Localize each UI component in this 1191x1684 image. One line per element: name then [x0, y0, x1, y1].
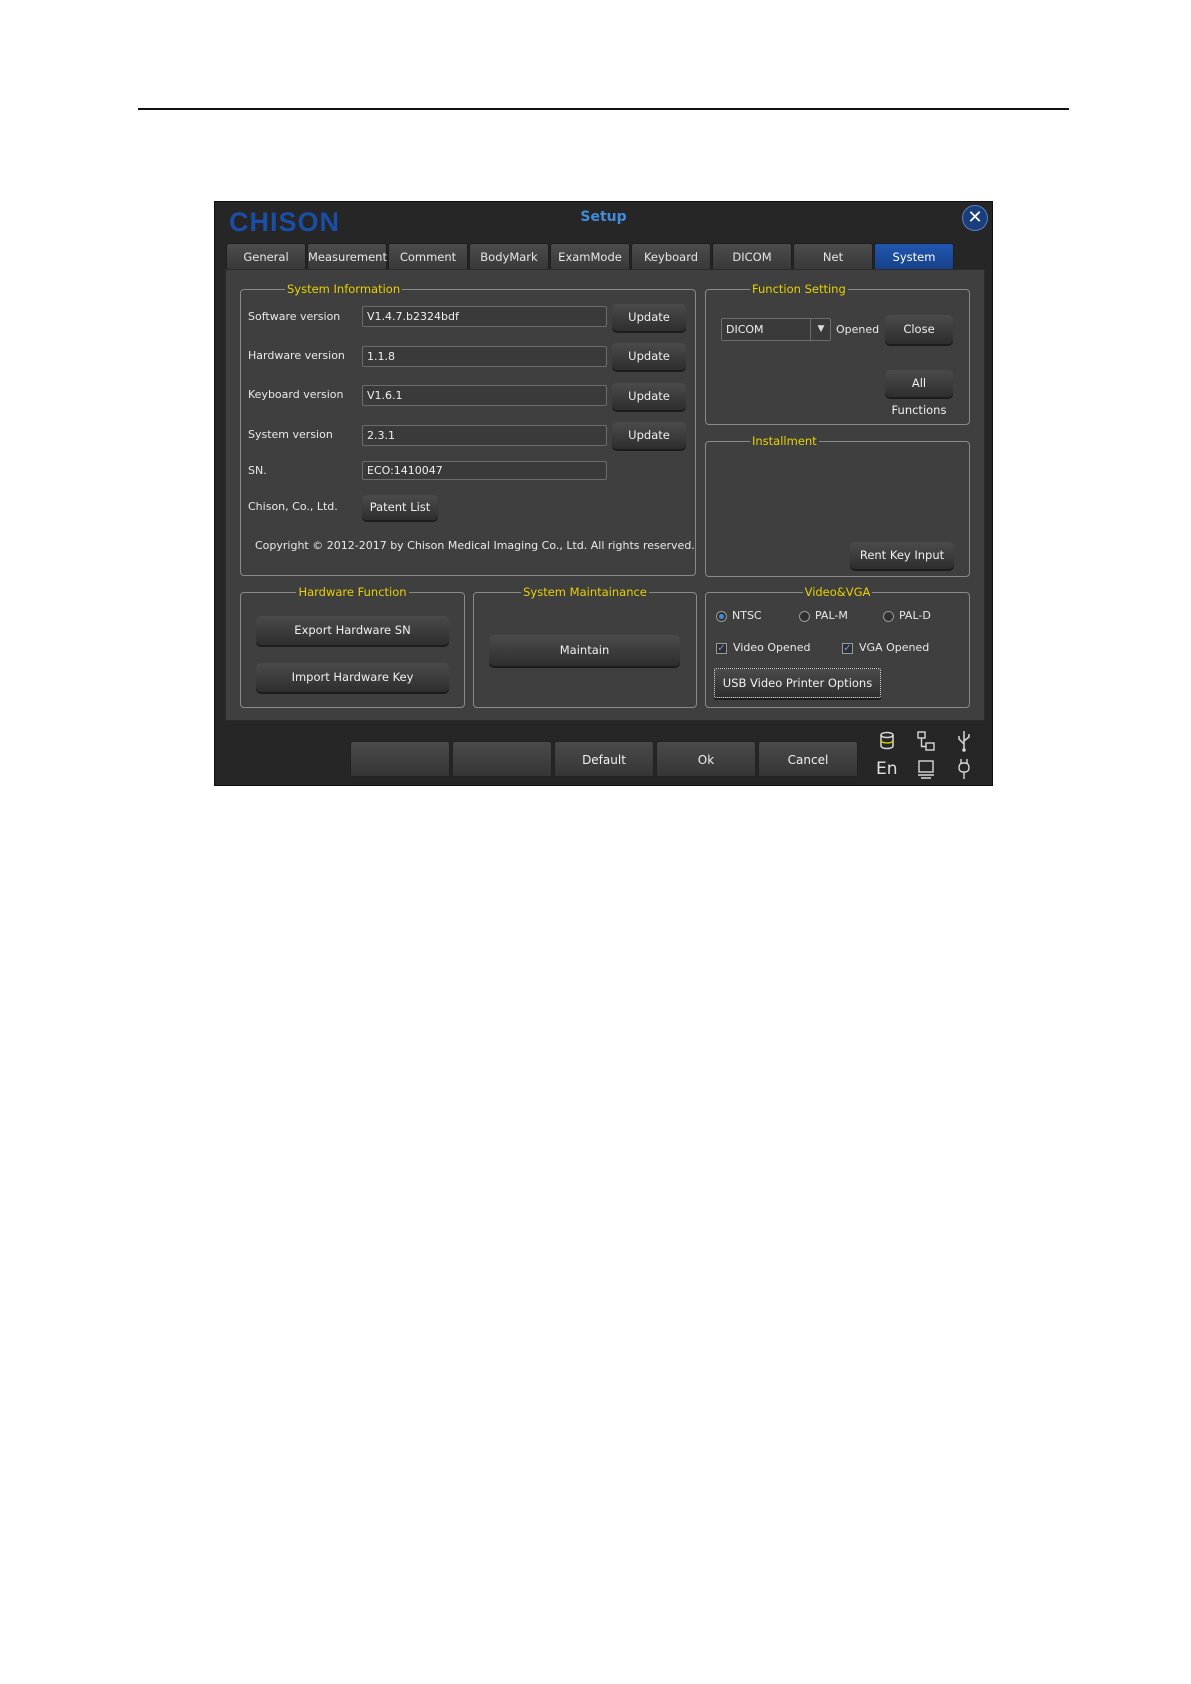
ntsc-label: NTSC — [732, 609, 762, 622]
software-version-field: V1.4.7.b2324bdf — [362, 306, 607, 327]
tab-comment[interactable]: Comment — [388, 243, 468, 269]
update-system-button[interactable]: Update — [612, 422, 686, 449]
update-hardware-button[interactable]: Update — [612, 343, 686, 370]
video-opened-checkbox[interactable]: ✓ — [716, 643, 727, 654]
hardware-version-field: 1.1.8 — [362, 346, 607, 367]
system-maintainance-legend: System Maintainance — [521, 585, 649, 599]
import-hardware-key-button[interactable]: Import Hardware Key — [256, 663, 449, 692]
function-setting-legend: Function Setting — [750, 282, 848, 296]
hardware-function-group: Hardware Function Export Hardware SN Imp… — [240, 585, 465, 708]
function-select-value: DICOM — [726, 323, 764, 336]
probe-icon — [958, 759, 970, 779]
function-status-text: Opened — [836, 323, 880, 336]
system-version-field: 2.3.1 — [362, 425, 607, 446]
sn-label: SN. — [248, 464, 267, 477]
usb-icon — [958, 731, 970, 752]
display-icon — [918, 760, 934, 779]
export-hardware-sn-button[interactable]: Export Hardware SN — [256, 616, 449, 645]
footer-blank-button-1[interactable] — [350, 741, 450, 777]
function-setting-group: Function Setting DICOM ▼ Opened Close Al… — [705, 282, 970, 425]
software-version-label: Software version — [248, 310, 341, 323]
page-header-rule — [138, 108, 1069, 110]
tab-keyboard[interactable]: Keyboard — [631, 243, 711, 269]
language-indicator: En — [876, 759, 898, 779]
ok-button[interactable]: Ok — [656, 741, 756, 777]
keyboard-version-field: V1.6.1 — [362, 385, 607, 406]
system-tab-panel: System Information Software version V1.4… — [225, 269, 985, 721]
pal-d-label: PAL-D — [899, 609, 931, 622]
chevron-down-icon[interactable]: ▼ — [810, 319, 831, 340]
system-information-group: System Information Software version V1.4… — [240, 282, 696, 576]
ntsc-radio[interactable] — [716, 611, 727, 622]
sn-field: ECO:1410047 — [362, 461, 607, 480]
pal-d-radio[interactable] — [883, 611, 894, 622]
rent-key-input-button[interactable]: Rent Key Input — [850, 542, 954, 569]
tab-net[interactable]: Net — [793, 243, 873, 269]
vga-opened-checkbox[interactable]: ✓ — [842, 643, 853, 654]
close-function-button[interactable]: Close — [885, 315, 953, 344]
setup-window: CHISON Setup ✕ General Measurement Comme… — [214, 201, 993, 786]
tab-system[interactable]: System — [874, 243, 954, 269]
network-icon — [917, 731, 935, 751]
footer-blank-button-2[interactable] — [452, 741, 552, 777]
all-functions-button[interactable]: All Functions — [885, 370, 953, 417]
system-maintainance-group: System Maintainance Maintain — [473, 585, 697, 708]
tab-measurement[interactable]: Measurement — [307, 243, 387, 269]
pal-m-radio[interactable] — [799, 611, 810, 622]
update-software-button[interactable]: Update — [612, 304, 686, 331]
system-version-label: System version — [248, 428, 333, 441]
tab-bodymark[interactable]: BodyMark — [469, 243, 549, 269]
cancel-button[interactable]: Cancel — [758, 741, 858, 777]
keyboard-version-label: Keyboard version — [248, 388, 344, 401]
update-keyboard-button[interactable]: Update — [612, 383, 686, 410]
default-button[interactable]: Default — [554, 741, 654, 777]
video-opened-label: Video Opened — [733, 641, 811, 654]
tab-general[interactable]: General — [226, 243, 306, 269]
vga-opened-label: VGA Opened — [859, 641, 930, 654]
video-vga-group: Video&VGA NTSC PAL-M PAL-D ✓ Video Opene… — [705, 585, 970, 708]
usb-video-printer-options-button[interactable]: USB Video Printer Options — [714, 668, 881, 698]
patent-list-button[interactable]: Patent List — [362, 495, 438, 520]
close-icon[interactable]: ✕ — [962, 205, 988, 231]
installment-group: Installment Rent Key Input — [705, 434, 970, 577]
pal-m-label: PAL-M — [815, 609, 848, 622]
database-icon — [880, 731, 894, 750]
installment-legend: Installment — [750, 434, 819, 448]
maintain-button[interactable]: Maintain — [489, 635, 680, 666]
hardware-version-label: Hardware version — [248, 349, 345, 362]
copyright-text: Copyright © 2012-2017 by Chison Medical … — [255, 539, 695, 552]
system-information-legend: System Information — [285, 282, 403, 296]
tab-bar: General Measurement Comment BodyMark Exa… — [226, 243, 954, 269]
video-vga-legend: Video&VGA — [802, 585, 873, 599]
tab-exammode[interactable]: ExamMode — [550, 243, 630, 269]
company-label: Chison, Co., Ltd. — [248, 500, 338, 513]
hardware-function-legend: Hardware Function — [296, 585, 409, 599]
tab-dicom[interactable]: DICOM — [712, 243, 792, 269]
window-title: Setup — [580, 209, 627, 225]
